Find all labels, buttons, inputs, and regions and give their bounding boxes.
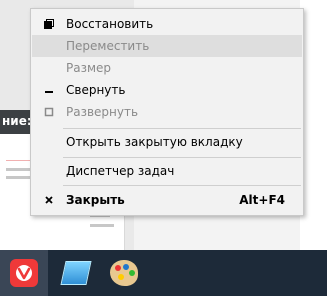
menu-item-task-manager[interactable]: Диспетчер задач <box>32 160 302 182</box>
taskbar <box>0 250 327 296</box>
paint-icon <box>110 260 138 286</box>
menu-item-move-label: Переместить <box>66 39 150 53</box>
taskbar-button-paint[interactable] <box>100 250 148 296</box>
menu-item-close-label: Закрыть <box>66 193 125 207</box>
menu-item-size[interactable]: Размер <box>32 57 302 79</box>
menu-item-maximize[interactable]: Развернуть <box>32 101 302 123</box>
menu-separator <box>63 128 301 129</box>
menu-item-size-label: Размер <box>66 61 112 75</box>
menu-item-close-shortcut: Alt+F4 <box>239 193 285 207</box>
notes-icon <box>60 261 92 285</box>
menu-item-task-manager-label: Диспетчер задач <box>66 164 175 178</box>
vivaldi-icon <box>10 259 38 287</box>
menu-item-close[interactable]: Закрыть Alt+F4 <box>32 189 302 211</box>
menu-item-minimize-label: Свернуть <box>66 83 126 97</box>
taskbar-button-vivaldi[interactable] <box>0 250 48 296</box>
menu-item-minimize[interactable]: Свернуть <box>32 79 302 101</box>
menu-separator <box>63 185 301 186</box>
menu-item-move[interactable]: Переместить <box>32 35 302 57</box>
background-desktop-area <box>300 0 327 250</box>
menu-item-maximize-label: Развернуть <box>66 105 139 119</box>
restore-icon <box>42 13 56 35</box>
close-icon <box>42 189 56 211</box>
menu-item-reopen-tab-label: Открыть закрытую вкладку <box>66 135 243 149</box>
menu-item-restore-label: Восстановить <box>66 17 154 31</box>
taskbar-button-notes[interactable] <box>52 250 100 296</box>
window-context-menu: Восстановить Переместить Размер Свернуть… <box>30 8 304 216</box>
menu-separator <box>63 157 301 158</box>
minimize-icon <box>42 79 56 101</box>
menu-item-restore[interactable]: Восстановить <box>32 13 302 35</box>
maximize-icon <box>42 101 56 123</box>
menu-item-reopen-tab[interactable]: Открыть закрытую вкладку <box>32 131 302 153</box>
